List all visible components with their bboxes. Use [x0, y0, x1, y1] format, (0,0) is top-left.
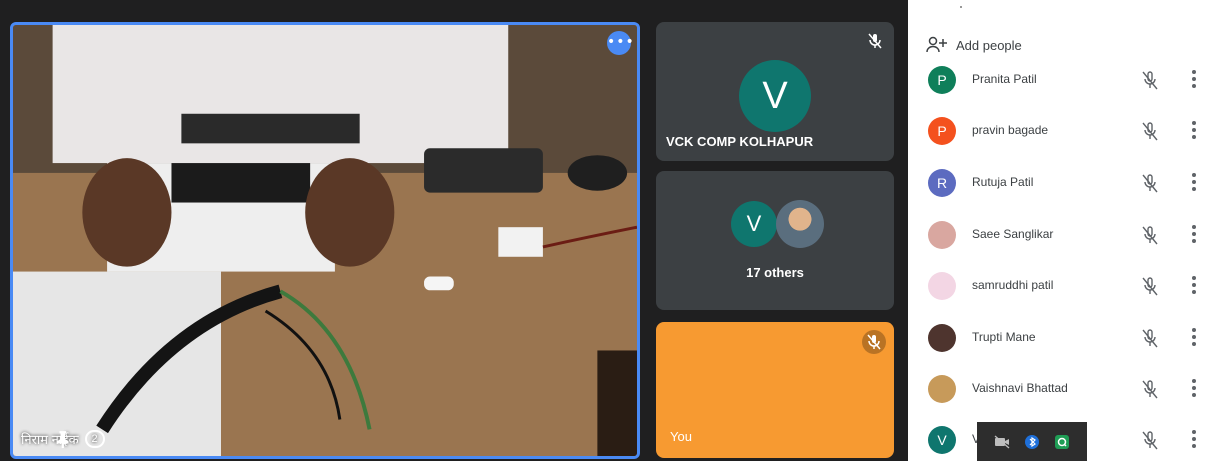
avatar: P	[928, 66, 956, 94]
avatar: V	[739, 60, 811, 132]
others-tile[interactable]: V 17 others	[656, 171, 894, 310]
avatar-photo	[776, 200, 824, 248]
participant-row[interactable]: P Pranita Patil	[908, 64, 1210, 100]
participant-name: samruddhi patil	[972, 278, 1054, 292]
more-options-icon[interactable]	[1191, 274, 1197, 296]
mic-off-icon	[868, 33, 882, 49]
system-tray	[977, 422, 1087, 461]
panel-divider-dot	[960, 6, 962, 8]
app-icon-q[interactable]	[1054, 434, 1070, 450]
more-options-icon[interactable]	[1191, 326, 1197, 348]
add-people-label: Add people	[956, 37, 1022, 53]
participant-row[interactable]: samruddhi patil	[908, 270, 1210, 306]
participant-row[interactable]: Trupti Mane	[908, 322, 1210, 358]
add-person-icon	[926, 36, 947, 53]
more-options-icon[interactable]	[1191, 171, 1197, 193]
mic-off-icon[interactable]	[1140, 224, 1160, 246]
participant-row[interactable]: Ppravin bagade	[908, 115, 1210, 151]
camera-off-icon[interactable]	[994, 434, 1010, 450]
avatar	[928, 324, 956, 352]
more-options-icon[interactable]	[1191, 223, 1197, 245]
participant-name: Rutuja Patil	[972, 175, 1034, 189]
self-tile[interactable]: You	[656, 322, 894, 458]
avatar	[928, 272, 956, 300]
participant-row[interactable]: R Rutuja Patil	[908, 167, 1210, 203]
more-options-icon[interactable]	[1191, 377, 1197, 399]
meeting-stage: ••• निराम नाईक 2 V VCK COMP KOLHAPUR V 1…	[0, 0, 908, 461]
avatar: V	[928, 426, 956, 454]
mic-off-icon[interactable]	[1140, 378, 1160, 400]
mic-off-icon[interactable]	[1140, 275, 1160, 297]
more-options-icon[interactable]	[1191, 68, 1197, 90]
avatar	[928, 375, 956, 403]
mic-off-icon	[862, 330, 886, 354]
participant-tile-vck[interactable]: V VCK COMP KOLHAPUR	[656, 22, 894, 161]
main-participant-label: निराम नाईक 2	[21, 430, 105, 448]
others-count-label: 17 others	[746, 265, 804, 280]
participant-row[interactable]: Saee Sanglikar	[908, 219, 1210, 255]
main-video-tile[interactable]: ••• निराम नाईक 2	[10, 22, 640, 459]
avatar	[928, 221, 956, 249]
video-frame	[13, 25, 637, 456]
participant-name: pravin bagade	[972, 123, 1049, 137]
participant-name: Pranita Patil	[972, 72, 1037, 86]
avatar: R	[928, 169, 956, 197]
tile-participant-name: VCK COMP KOLHAPUR	[666, 134, 814, 149]
more-options-icon[interactable]	[1191, 119, 1197, 141]
participant-name: Trupti Mane	[972, 330, 1036, 344]
more-options-icon[interactable]	[1191, 428, 1197, 450]
mic-off-icon[interactable]	[1140, 172, 1160, 194]
self-label: You	[670, 429, 692, 444]
mic-off-icon[interactable]	[1140, 69, 1160, 91]
add-people-button[interactable]: Add people	[926, 36, 1022, 54]
participants-panel: Add people P Pranita Patil Ppravin bagade R…	[908, 0, 1210, 461]
mic-off-icon[interactable]	[1140, 120, 1160, 142]
bluetooth-icon[interactable]	[1024, 434, 1040, 450]
mic-off-icon[interactable]	[1140, 429, 1160, 451]
participant-row[interactable]: Vaishnavi Bhattad	[908, 373, 1210, 409]
more-options-icon[interactable]: •••	[607, 31, 634, 55]
participant-name: Vaishnavi Bhattad	[972, 381, 1068, 395]
participant-name: Saee Sanglikar	[972, 227, 1054, 241]
pin-icon[interactable]	[21, 430, 105, 448]
avatar: P	[928, 117, 956, 145]
mic-off-icon[interactable]	[1140, 327, 1160, 349]
avatar: V	[731, 201, 777, 247]
